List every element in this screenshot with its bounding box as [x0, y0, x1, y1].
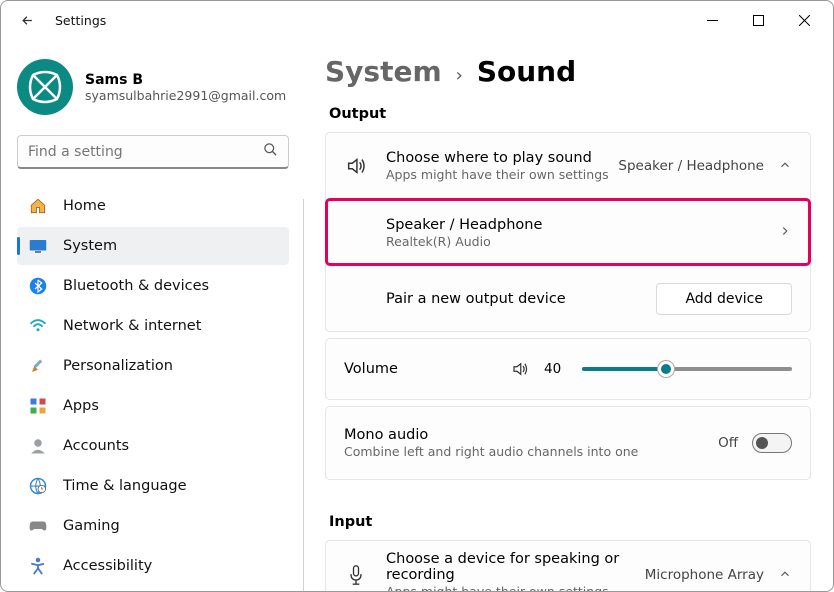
breadcrumb-current: Sound: [477, 55, 576, 88]
output-device-title: Speaker / Headphone: [386, 217, 542, 233]
user-name: Sams B: [85, 72, 286, 88]
volume-icon[interactable]: [510, 359, 530, 379]
minimize-button[interactable]: [689, 4, 735, 36]
sidebar-item-accounts[interactable]: Accounts: [17, 427, 289, 465]
mono-title: Mono audio: [344, 427, 638, 443]
sidebar-item-network[interactable]: Network & internet: [17, 307, 289, 345]
volume-label: Volume: [344, 361, 496, 377]
pair-output-row: Pair a new output device Add device: [326, 265, 810, 331]
volume-row: Volume 40: [326, 339, 810, 399]
accessibility-icon: [27, 555, 49, 577]
sidebar-item-label: Accessibility: [63, 558, 152, 574]
sidebar-item-label: Personalization: [63, 358, 173, 374]
sidebar-item-label: Accounts: [63, 438, 129, 454]
search-icon: [263, 142, 278, 161]
apps-icon: [27, 395, 49, 417]
mono-card: Mono audio Combine left and right audio …: [325, 406, 811, 480]
sidebar-item-time[interactable]: Time & language: [17, 467, 289, 505]
section-input-heading: Input: [329, 514, 811, 530]
user-profile[interactable]: Sams B syamsulbahrie2991@gmail.com: [17, 59, 289, 115]
scroll-divider: [303, 199, 304, 591]
speaker-icon: [344, 154, 368, 178]
chevron-up-icon: [778, 566, 792, 585]
chevron-right-icon: ›: [456, 65, 463, 86]
output-device-sub: Realtek(R) Audio: [386, 234, 542, 249]
breadcrumb-parent[interactable]: System: [325, 55, 442, 88]
input-card: Choose a device for speaking or recordin…: [325, 540, 811, 591]
titlebar: Settings: [1, 1, 833, 39]
sidebar-item-label: Time & language: [63, 478, 187, 494]
sidebar-item-apps[interactable]: Apps: [17, 387, 289, 425]
sidebar-item-personalization[interactable]: Personalization: [17, 347, 289, 385]
nav-list: Home System Bluetooth & devices Network …: [17, 187, 289, 585]
choose-output-value: Speaker / Headphone: [618, 158, 764, 174]
gamepad-icon: [27, 515, 49, 537]
search-input[interactable]: [17, 135, 289, 169]
sidebar-item-label: Bluetooth & devices: [63, 278, 209, 294]
user-email: syamsulbahrie2991@gmail.com: [85, 88, 286, 103]
breadcrumb: System › Sound: [325, 55, 811, 88]
mono-state: Off: [718, 435, 738, 451]
system-icon: [27, 235, 49, 257]
choose-output-sub: Apps might have their own settings: [386, 167, 609, 182]
volume-slider[interactable]: [582, 359, 792, 379]
choose-input-title: Choose a device for speaking or recordin…: [386, 551, 626, 583]
volume-card: Volume 40: [325, 338, 811, 400]
sidebar-item-label: Gaming: [63, 518, 120, 534]
paintbrush-icon: [27, 355, 49, 377]
microphone-icon: [344, 563, 368, 587]
wifi-icon: [27, 315, 49, 337]
output-card: Choose where to play sound Apps might ha…: [325, 132, 811, 332]
home-icon: [27, 195, 49, 217]
chevron-right-icon: [778, 223, 792, 242]
sidebar-item-label: Apps: [63, 398, 99, 414]
sidebar-item-label: Network & internet: [63, 318, 201, 334]
main-pane: System › Sound Output Choose where to pl…: [303, 39, 833, 591]
person-icon: [27, 435, 49, 457]
output-device-row[interactable]: Speaker / Headphone Realtek(R) Audio: [326, 199, 810, 265]
maximize-button[interactable]: [735, 4, 781, 36]
choose-input-row[interactable]: Choose a device for speaking or recordin…: [326, 541, 810, 591]
sidebar-item-gaming[interactable]: Gaming: [17, 507, 289, 545]
add-device-button[interactable]: Add device: [656, 283, 792, 315]
back-button[interactable]: [13, 6, 41, 34]
mono-sub: Combine left and right audio channels in…: [344, 444, 638, 459]
sidebar-item-system[interactable]: System: [17, 227, 289, 265]
avatar: [17, 59, 73, 115]
mono-toggle[interactable]: [752, 433, 792, 453]
chevron-up-icon: [778, 157, 792, 176]
sidebar-item-accessibility[interactable]: Accessibility: [17, 547, 289, 585]
choose-output-title: Choose where to play sound: [386, 150, 609, 166]
globe-icon: [27, 475, 49, 497]
volume-value: 40: [544, 361, 568, 377]
close-button[interactable]: [781, 4, 827, 36]
choose-input-sub: Apps might have their own settings: [386, 584, 626, 591]
sidebar-item-bluetooth[interactable]: Bluetooth & devices: [17, 267, 289, 305]
pair-output-title: Pair a new output device: [386, 291, 566, 307]
sidebar-item-label: System: [63, 238, 117, 254]
window-title: Settings: [55, 13, 106, 28]
search-field[interactable]: [28, 144, 263, 160]
choose-output-row[interactable]: Choose where to play sound Apps might ha…: [326, 133, 810, 199]
section-output-heading: Output: [329, 106, 811, 122]
sidebar-item-home[interactable]: Home: [17, 187, 289, 225]
choose-input-value: Microphone Array: [645, 567, 764, 583]
bluetooth-icon: [27, 275, 49, 297]
sidebar-item-label: Home: [63, 198, 106, 214]
mono-row: Mono audio Combine left and right audio …: [326, 407, 810, 479]
sidebar: Sams B syamsulbahrie2991@gmail.com Home …: [1, 39, 303, 591]
